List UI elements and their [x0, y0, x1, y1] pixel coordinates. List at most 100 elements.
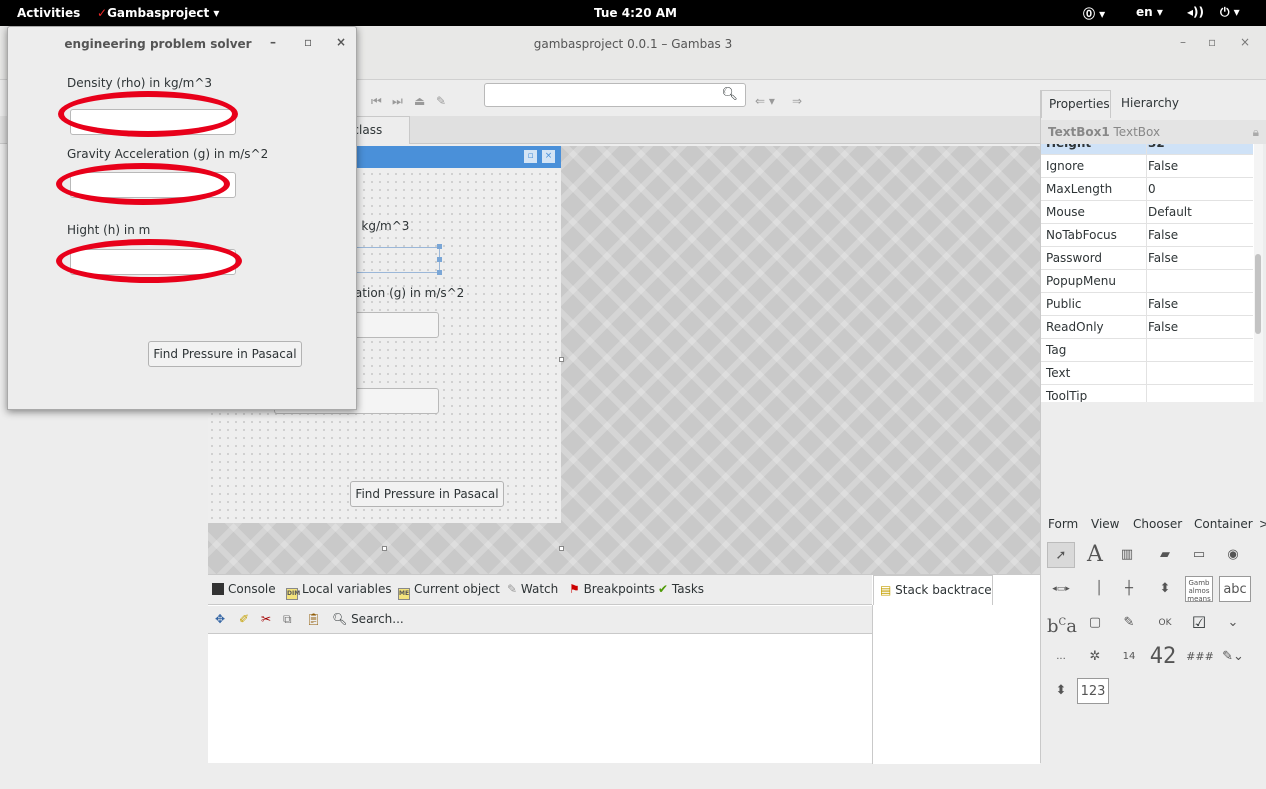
property-row[interactable]: Password False [1041, 247, 1253, 270]
property-value[interactable]: 32 [1148, 144, 1165, 150]
property-value[interactable]: False [1148, 251, 1178, 265]
combobox-tool-icon[interactable]: ⌄ [1219, 610, 1247, 636]
volume-icon[interactable]: ◂)) [1187, 5, 1204, 19]
maximize-icon[interactable]: ▫ [524, 150, 537, 163]
textbox-tool-icon[interactable]: abc [1219, 576, 1251, 602]
tab-stack-backtrace[interactable]: ▤ Stack backtrace [873, 575, 993, 605]
tab-form[interactable]: Form [1048, 517, 1078, 531]
label-tool-icon[interactable]: A [1081, 542, 1109, 568]
pin-icon[interactable]: ✎ [436, 94, 446, 108]
property-row[interactable]: Height 32 [1041, 144, 1253, 155]
power-icon[interactable]: ⏻ ▾ [1220, 5, 1240, 20]
resize-handle[interactable] [437, 257, 442, 262]
tab-view[interactable]: View [1091, 517, 1119, 531]
picture-tool-icon[interactable]: ▰ [1151, 542, 1179, 568]
property-row[interactable]: ToolTip [1041, 385, 1253, 402]
button-tool-icon[interactable]: OK [1151, 610, 1179, 636]
properties-table[interactable]: Height 32 Ignore False MaxLength 0 Mouse Defaul… [1041, 144, 1261, 402]
tab-breakpoints[interactable]: ⚑ Breakpoints [569, 582, 655, 596]
toolbutton-tool-icon[interactable]: ✎ [1115, 610, 1143, 636]
checkbox-tool-icon[interactable]: ☑ [1185, 610, 1213, 636]
toolbar-search-input[interactable]: 🔍︎ [484, 83, 746, 107]
filechooser-tool-icon[interactable]: ... [1047, 644, 1075, 670]
textlabel-tool-icon[interactable]: bCa [1047, 610, 1077, 637]
textarea-tool-icon[interactable]: Gamb almos means [1185, 576, 1213, 603]
activities-button[interactable]: Activities [17, 6, 80, 20]
tab-current-object[interactable]: ME Current object [398, 582, 500, 600]
menubutton-tool-icon[interactable]: ✎⌄ [1219, 644, 1247, 670]
property-row[interactable]: PopupMenu [1041, 270, 1253, 293]
tabs-more-icon[interactable]: > [1259, 517, 1266, 531]
property-row[interactable]: Public False [1041, 293, 1253, 316]
property-row[interactable]: Mouse Default [1041, 201, 1253, 224]
radio-tool-icon[interactable]: ◉ [1219, 542, 1247, 568]
valuebox-tool-icon[interactable]: 123 [1077, 678, 1109, 704]
forward-icon[interactable]: ⇒ [792, 94, 802, 108]
ide-minimize-button[interactable]: – [1180, 35, 1186, 49]
property-value[interactable]: Default [1148, 205, 1192, 219]
tab-watch[interactable]: ✎ Watch [507, 582, 558, 596]
ide-maximize-button[interactable]: ▫ [1208, 35, 1216, 49]
tab-local-variables[interactable]: DIM Local variables [286, 582, 392, 600]
property-value[interactable]: False [1148, 320, 1178, 334]
tab-hierarchy[interactable]: Hierarchy [1121, 96, 1179, 110]
timer-tool-icon[interactable]: ✲ [1081, 644, 1109, 670]
step-icon[interactable]: ⏭ [392, 94, 403, 109]
property-value[interactable]: False [1148, 228, 1178, 242]
stack-backtrace-panel[interactable] [872, 605, 1040, 764]
resize-handle[interactable] [437, 270, 442, 275]
tab-properties[interactable]: Properties [1041, 90, 1111, 118]
property-value[interactable]: False [1148, 159, 1178, 173]
date-tool-icon[interactable]: 14 [1115, 644, 1143, 670]
find-pressure-button[interactable]: Find Pressure in Pasacal [148, 341, 302, 367]
back-icon[interactable]: ⇐ ▾ [755, 94, 775, 108]
ide-close-button[interactable]: × [1240, 35, 1250, 49]
cut-icon[interactable]: ✂ [261, 612, 271, 626]
scrollbar-thumb[interactable] [1255, 254, 1261, 334]
tab-console[interactable]: Console [212, 582, 276, 596]
app-close-button[interactable]: × [336, 35, 346, 49]
tab-chooser[interactable]: Chooser [1133, 517, 1182, 531]
app-maximize-button[interactable]: ▫ [304, 35, 312, 49]
step-back-icon[interactable]: ⏮ [371, 94, 382, 109]
property-row[interactable]: NoTabFocus False [1041, 224, 1253, 247]
clear-icon[interactable]: ✐ [239, 612, 249, 626]
spinbox-tool-icon[interactable]: ⬍ [1151, 576, 1179, 602]
move-icon[interactable]: ✥ [215, 612, 225, 626]
form-resize-handle[interactable] [559, 357, 564, 362]
paste-icon[interactable]: 📋︎ [306, 612, 321, 626]
property-row[interactable]: ReadOnly False [1041, 316, 1253, 339]
property-value[interactable]: False [1148, 297, 1178, 311]
design-find-pressure-button[interactable]: Find Pressure in Pasacal [350, 481, 504, 507]
movie-tool-icon[interactable]: ▥ [1113, 542, 1141, 568]
app-menu[interactable]: ✓Gambasproject ▾ [97, 6, 219, 20]
eject-icon[interactable]: ⏏ [414, 94, 425, 108]
property-value[interactable]: 0 [1148, 182, 1156, 196]
property-row[interactable]: MaxLength 0 [1041, 178, 1253, 201]
resize-handle[interactable] [437, 244, 442, 249]
accessibility-icon[interactable]: ⓪ ▾ [1083, 5, 1105, 22]
close-icon[interactable]: × [542, 150, 555, 163]
property-row[interactable]: Ignore False [1041, 155, 1253, 178]
design-label-density[interactable]: n kg/m^3 [350, 219, 409, 233]
scrollbar-tool-icon[interactable]: ◂▭▸ [1047, 576, 1075, 602]
copy-icon[interactable]: ⧉ [283, 612, 292, 627]
tab-container[interactable]: Container [1194, 517, 1253, 531]
tab-tasks[interactable]: ✔ Tasks [658, 582, 704, 596]
masked-tool-icon[interactable]: ### [1185, 644, 1215, 670]
panel-tool-icon[interactable]: ▢ [1081, 610, 1109, 636]
language-indicator[interactable]: en ▾ [1136, 5, 1163, 19]
design-label-gravity[interactable]: ration (g) in m/s^2 [350, 286, 464, 300]
property-row[interactable]: Tag [1041, 339, 1253, 362]
clock[interactable]: Tue 4:20 AM [594, 6, 677, 20]
slider-tool-icon[interactable]: ┼ [1115, 576, 1143, 602]
form-resize-handle[interactable] [559, 546, 564, 551]
lcd-tool-icon[interactable]: 42 [1149, 644, 1177, 670]
separator-tool-icon[interactable]: │ [1085, 576, 1113, 602]
spin-tool-icon[interactable]: ⬍ [1047, 678, 1075, 704]
property-row[interactable]: Text [1041, 362, 1253, 385]
form-resize-handle[interactable] [382, 546, 387, 551]
properties-scrollbar[interactable] [1254, 144, 1263, 402]
console-search[interactable]: 🔍︎ Search... [332, 612, 404, 626]
app-minimize-button[interactable]: – [270, 35, 276, 49]
